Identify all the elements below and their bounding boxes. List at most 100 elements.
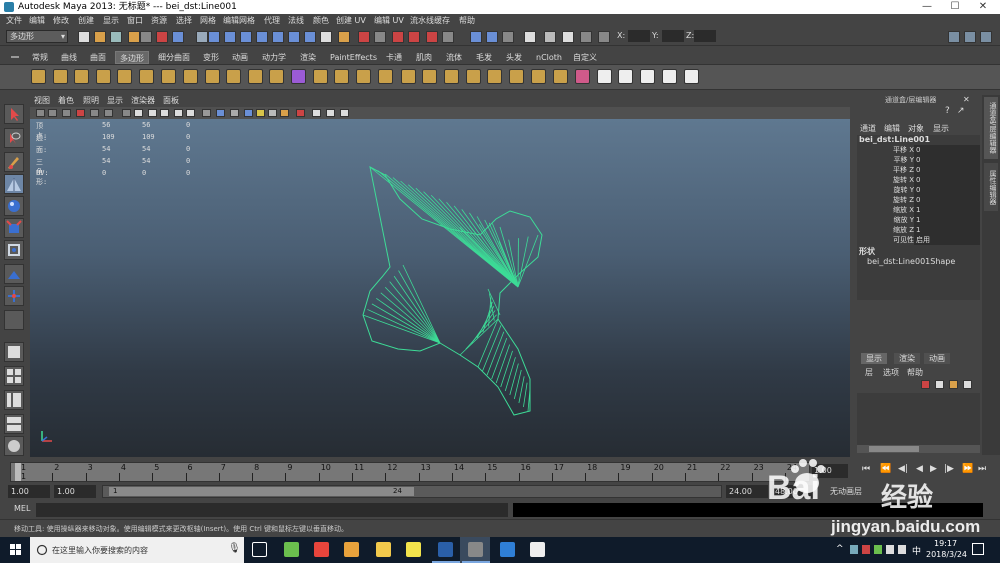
tab-channel-box[interactable]: 通道盒/层编辑器 <box>984 97 998 159</box>
status-tool-icon[interactable] <box>240 31 252 43</box>
layer-tab[interactable]: 渲染 <box>894 353 920 364</box>
viewport-tool-icon[interactable] <box>134 109 143 117</box>
attribute-row[interactable]: 缩放 X1 <box>857 205 980 215</box>
shelf-tab[interactable]: 细分曲面 <box>154 51 194 64</box>
feishu-icon[interactable] <box>500 542 515 557</box>
app-icon[interactable] <box>468 542 483 557</box>
viewport-menu-item[interactable]: 照明 <box>83 95 99 107</box>
hypershade-layout-icon[interactable] <box>4 436 24 456</box>
attribute-value[interactable]: 0 <box>914 165 980 175</box>
shelf-tab[interactable]: PaintEffects <box>326 51 381 64</box>
tray-icon[interactable] <box>850 545 858 554</box>
go-to-start-icon[interactable]: ⏮ <box>862 464 870 474</box>
status-tool-icon[interactable] <box>408 31 420 43</box>
status-tool-icon[interactable] <box>172 31 184 43</box>
attribute-row[interactable]: 旋转 Z0 <box>857 195 980 205</box>
shelf-tab[interactable]: 卡通 <box>382 51 406 64</box>
shelf-tool-icon[interactable] <box>531 69 546 84</box>
explorer-icon[interactable] <box>376 542 391 557</box>
move-tool-icon[interactable] <box>4 174 24 194</box>
channel-box-menu-item[interactable]: 通道 <box>860 123 876 134</box>
graph-layout-icon[interactable] <box>4 414 24 434</box>
attribute-value[interactable]: 0 <box>914 175 980 185</box>
step-back-frame-icon[interactable]: ◀︎| <box>898 464 908 474</box>
maya-icon[interactable] <box>438 542 453 557</box>
tool-settings-toggle-icon[interactable] <box>980 31 992 43</box>
shelf-tool-icon[interactable] <box>161 69 176 84</box>
shelf-tool-icon[interactable] <box>640 69 655 84</box>
four-view-layout-icon[interactable] <box>4 366 24 386</box>
attribute-value[interactable]: 0 <box>914 145 980 155</box>
shelf-tool-icon[interactable] <box>575 69 590 84</box>
shelf-tool-icon[interactable] <box>662 69 677 84</box>
status-tool-icon[interactable] <box>598 31 610 43</box>
attribute-value[interactable]: 启用 <box>914 235 980 245</box>
soft-mod-tool-icon[interactable] <box>4 264 24 284</box>
playback-start-field[interactable]: 1.00 <box>54 485 96 498</box>
manipulator-tool-icon[interactable] <box>4 240 24 260</box>
go-to-end-icon[interactable]: ⏭ <box>978 464 986 474</box>
menu-item[interactable]: 窗口 <box>127 14 143 28</box>
menu-item[interactable]: 代理 <box>264 14 280 28</box>
shelf-tab[interactable]: 渲染 <box>296 51 320 64</box>
viewport-tool-icon[interactable] <box>104 109 113 117</box>
layer-list[interactable] <box>857 393 980 445</box>
lasso-tool-icon[interactable] <box>4 128 24 148</box>
attribute-value[interactable]: 0 <box>914 185 980 195</box>
shelf-tool-icon[interactable] <box>334 69 349 84</box>
shelf-tool-icon[interactable] <box>378 69 393 84</box>
attribute-row[interactable]: 可见性 启用 <box>857 235 980 245</box>
shelf-tool-icon[interactable] <box>117 69 132 84</box>
status-tool-icon[interactable] <box>288 31 300 43</box>
show-manipulator-tool-icon[interactable] <box>4 286 24 306</box>
shelf-tool-icon[interactable] <box>74 69 89 84</box>
menu-item[interactable]: 颜色 <box>313 14 329 28</box>
close-button[interactable]: ✕ <box>970 0 996 14</box>
shelf-tool-icon[interactable] <box>401 69 416 84</box>
viewport-menu-item[interactable]: 渲染器 <box>131 95 155 107</box>
help-icon[interactable]: ? <box>945 106 950 116</box>
shelf-tool-icon[interactable] <box>205 69 220 84</box>
tab-attribute-editor[interactable]: 属性编辑器 <box>984 163 998 211</box>
last-tool-icon[interactable] <box>4 310 24 330</box>
menu-item[interactable]: 编辑 UV <box>374 14 404 28</box>
mode-selector[interactable]: 多边形 ▾ <box>6 30 68 43</box>
status-tool-icon[interactable] <box>272 31 284 43</box>
layer-scrollbar[interactable] <box>857 445 980 453</box>
status-tool-icon[interactable] <box>486 31 498 43</box>
ime-indicator[interactable]: 中 <box>912 544 921 557</box>
viewport-tool-icon[interactable] <box>230 109 239 117</box>
shelf-tool-icon[interactable] <box>356 69 371 84</box>
attribute-row[interactable]: 缩放 Y1 <box>857 215 980 225</box>
status-tool-icon[interactable] <box>358 31 370 43</box>
viewport-tool-icon[interactable] <box>62 109 71 117</box>
layer-tab[interactable]: 显示 <box>861 353 887 364</box>
clock-time[interactable]: 19:17 <box>934 539 957 548</box>
paint-select-tool-icon[interactable] <box>4 152 24 172</box>
viewport-tool-icon[interactable] <box>36 109 45 117</box>
status-tool-icon[interactable] <box>374 31 386 43</box>
range-handle[interactable]: 1 24 <box>109 487 414 496</box>
shelf-tab[interactable]: 流体 <box>442 51 466 64</box>
maximize-button[interactable]: ☐ <box>942 0 968 14</box>
attribute-row[interactable]: 平移 X0 <box>857 145 980 155</box>
single-view-layout-icon[interactable] <box>4 342 24 362</box>
shelf-tool-icon[interactable] <box>291 69 306 84</box>
layer-menu-item[interactable]: 层 <box>865 367 873 378</box>
viewport-tool-icon[interactable] <box>340 109 349 117</box>
end-time-field[interactable]: 48.00 <box>772 485 814 498</box>
x-field[interactable] <box>628 30 650 42</box>
shelf-tool-icon[interactable] <box>509 69 524 84</box>
mel-label[interactable]: MEL <box>14 504 30 513</box>
foxit-icon[interactable] <box>344 542 359 557</box>
channel-box-menu-item[interactable]: 编辑 <box>884 123 900 134</box>
menu-item[interactable]: 文件 <box>6 14 22 28</box>
status-tool-icon[interactable] <box>442 31 454 43</box>
shelf-tool-icon[interactable] <box>487 69 502 84</box>
chrome-icon[interactable] <box>314 542 329 557</box>
menu-item[interactable]: 流水线缓存 <box>410 14 450 28</box>
play-forward-icon[interactable]: ▶ <box>930 464 937 474</box>
excel-icon[interactable] <box>284 542 299 557</box>
scale-tool-icon[interactable] <box>4 218 24 238</box>
shelf-tab[interactable]: 自定义 <box>569 51 601 64</box>
